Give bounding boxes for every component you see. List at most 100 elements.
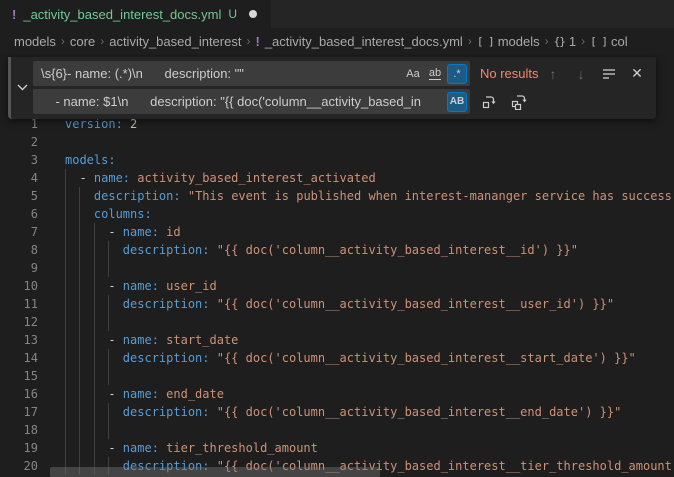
code-token <box>123 117 130 131</box>
breadcrumb-label: core <box>70 34 95 49</box>
line-number[interactable]: 11 <box>0 295 38 313</box>
line-number[interactable]: 16 <box>0 385 38 403</box>
breadcrumb-separator-icon: › <box>581 34 585 48</box>
code-token: name: <box>123 279 159 293</box>
whole-word-icon: ab <box>429 67 441 80</box>
indent-guide <box>94 367 95 385</box>
line-number[interactable]: 17 <box>0 403 38 421</box>
editor[interactable]: 1version: 223models:4 - name: activity_b… <box>0 54 674 477</box>
code-token: "{{ doc('column__activity_based_interest… <box>217 351 636 365</box>
code-line[interactable]: 19 - name: tier_threshold_amount <box>0 439 674 457</box>
code-line[interactable]: 3models: <box>0 151 674 169</box>
breadcrumb-item-models[interactable]: models <box>14 34 56 49</box>
code-token: description: <box>123 297 210 311</box>
code-line-content: - name: start_date <box>65 331 674 349</box>
symbol-array-icon: [ ] <box>590 35 607 48</box>
yaml-file-icon: ! <box>12 7 16 22</box>
code-token: - <box>65 387 123 401</box>
whole-word-button[interactable]: ab <box>425 64 445 84</box>
code-token <box>210 243 217 257</box>
close-find-widget-button[interactable]: ✕ <box>626 63 648 85</box>
code-line[interactable]: 11 description: "{{ doc('column__activit… <box>0 295 674 313</box>
replace-input[interactable]: - name: $1\n description: "{{ doc('colum… <box>33 89 470 114</box>
replace-all-button[interactable] <box>508 91 530 113</box>
toggle-replace-button[interactable] <box>11 61 33 114</box>
horizontal-scrollbar[interactable] <box>50 467 380 477</box>
line-number[interactable]: 2 <box>0 133 38 151</box>
code-line[interactable]: 7 - name: id <box>0 223 674 241</box>
breadcrumb-item-models[interactable]: [ ]models <box>477 34 540 49</box>
code-token <box>65 297 123 311</box>
line-number[interactable]: 7 <box>0 223 38 241</box>
code-line-content: - name: id <box>65 223 674 241</box>
line-number[interactable]: 5 <box>0 187 38 205</box>
code-token <box>210 351 217 365</box>
line-number[interactable]: 3 <box>0 151 38 169</box>
code-line[interactable]: 2 <box>0 133 674 151</box>
code-line[interactable]: 12 <box>0 313 674 331</box>
replace-row: - name: $1\n description: "{{ doc('colum… <box>33 89 648 114</box>
code-line[interactable]: 15 <box>0 367 674 385</box>
next-match-button[interactable]: ↓ <box>570 63 592 85</box>
code-token: version: <box>65 117 123 131</box>
code-line[interactable]: 6 columns: <box>0 205 674 223</box>
line-number[interactable]: 8 <box>0 241 38 259</box>
regex-button[interactable]: .* <box>447 64 467 84</box>
breadcrumb-item-activity_based_interest[interactable]: activity_based_interest <box>109 34 241 49</box>
line-number[interactable]: 14 <box>0 349 38 367</box>
find-row: \s{6}- name: (.*)\n description: "" Aa a… <box>33 61 648 86</box>
line-number[interactable]: 4 <box>0 169 38 187</box>
line-number[interactable]: 10 <box>0 277 38 295</box>
code-token: "{{ doc('column__activity_based_interest… <box>217 405 622 419</box>
breadcrumb-item-_activity_based_interest_docs.yml[interactable]: !_activity_based_interest_docs.yml <box>255 34 462 49</box>
code-line[interactable]: 17 description: "{{ doc('column__activit… <box>0 403 674 421</box>
symbol-array-icon: [ ] <box>477 35 494 48</box>
line-number[interactable]: 18 <box>0 421 38 439</box>
breadcrumb-item-core[interactable]: core <box>70 34 95 49</box>
line-number[interactable]: 20 <box>0 457 38 475</box>
breadcrumb-item-1[interactable]: {}1 <box>554 34 576 49</box>
code-line-content <box>65 367 674 385</box>
preserve-case-button[interactable]: AB <box>447 92 467 112</box>
modified-indicator-dot[interactable] <box>249 10 257 18</box>
code-line[interactable]: 16 - name: end_date <box>0 385 674 403</box>
code-line[interactable]: 10 - name: user_id <box>0 277 674 295</box>
code-line[interactable]: 4 - name: activity_based_interest_activa… <box>0 169 674 187</box>
code-line-content <box>65 313 674 331</box>
indent-guide <box>94 313 95 331</box>
code-line-content: - name: tier_threshold_amount <box>65 439 674 457</box>
code-token <box>210 297 217 311</box>
find-in-selection-button[interactable] <box>598 63 620 85</box>
code-line[interactable]: 8 description: "{{ doc('column__activity… <box>0 241 674 259</box>
replace-button[interactable] <box>478 91 500 113</box>
breadcrumb-label: models <box>14 34 56 49</box>
match-case-button[interactable]: Aa <box>403 64 423 84</box>
code-token: user_id <box>166 279 217 293</box>
line-number[interactable]: 19 <box>0 439 38 457</box>
line-number[interactable]: 12 <box>0 313 38 331</box>
indent-guide <box>79 259 80 277</box>
code-token: description: <box>123 351 210 365</box>
line-number[interactable]: 6 <box>0 205 38 223</box>
code-line-content: description: "{{ doc('column__activity_b… <box>65 403 674 421</box>
code-line[interactable]: 18 <box>0 421 674 439</box>
breadcrumb-item-col[interactable]: [ ]col <box>590 34 628 49</box>
breadcrumb-separator-icon: › <box>468 34 472 48</box>
code-line-content <box>65 133 674 151</box>
code-token: start_date <box>166 333 238 347</box>
code-line-content <box>65 421 674 439</box>
line-number[interactable]: 15 <box>0 367 38 385</box>
indent-guide <box>79 367 80 385</box>
find-input[interactable]: \s{6}- name: (.*)\n description: "" Aa a… <box>33 61 470 86</box>
code-token: description: <box>123 243 210 257</box>
line-number[interactable]: 13 <box>0 331 38 349</box>
code-token <box>65 207 94 221</box>
code-line[interactable]: 13 - name: start_date <box>0 331 674 349</box>
previous-match-button[interactable]: ↑ <box>542 63 564 85</box>
code-line[interactable]: 5 description: "This event is published … <box>0 187 674 205</box>
code-line[interactable]: 9 <box>0 259 674 277</box>
editor-tab[interactable]: ! _activity_based_interest_docs.yml U <box>0 0 271 28</box>
code-token: id <box>166 225 180 239</box>
line-number[interactable]: 9 <box>0 259 38 277</box>
code-line[interactable]: 14 description: "{{ doc('column__activit… <box>0 349 674 367</box>
